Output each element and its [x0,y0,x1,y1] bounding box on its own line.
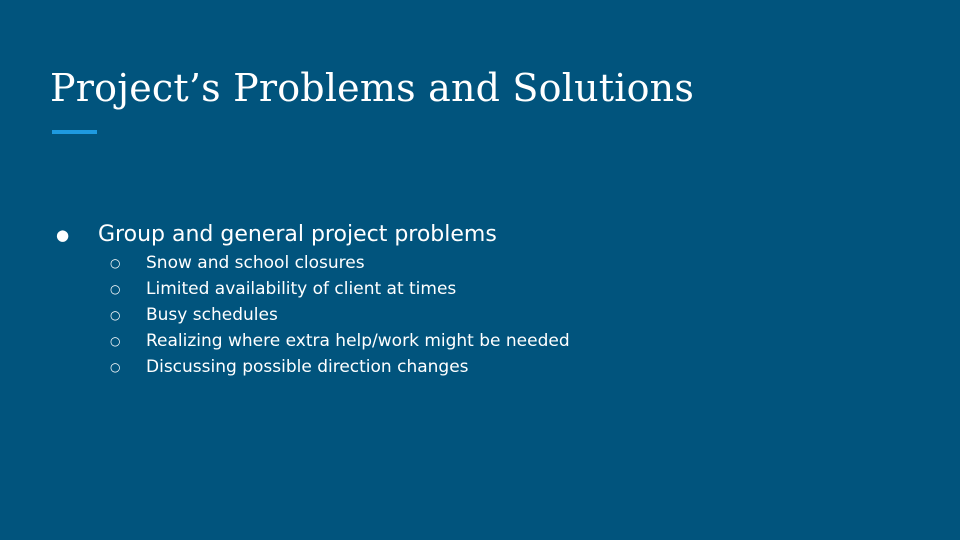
sub-bullet-text: Snow and school closures [146,253,365,273]
bullet-item: ● Group and general project problems [56,220,570,250]
sub-bullet-marker: ○ [110,334,121,348]
sub-bullet-marker: ○ [110,360,121,374]
bullet-list: ● Group and general project problems ○ S… [56,220,570,380]
sub-bullet-item: ○ Busy schedules [56,302,570,328]
sub-bullet-item: ○ Snow and school closures [56,250,570,276]
sub-bullet-item: ○ Realizing where extra help/work might … [56,328,570,354]
sub-bullet-group: ○ Snow and school closures ○ Limited ava… [56,250,570,380]
title-accent-bar [52,130,97,134]
sub-bullet-text: Realizing where extra help/work might be… [146,331,570,351]
slide-title: Project’s Problems and Solutions [50,66,695,110]
sub-bullet-item: ○ Limited availability of client at time… [56,276,570,302]
sub-bullet-marker: ○ [110,282,121,296]
sub-bullet-text: Limited availability of client at times [146,279,457,299]
bullet-marker: ● [56,226,70,244]
slide: Project’s Problems and Solutions ● Group… [0,0,960,540]
sub-bullet-item: ○ Discussing possible direction changes [56,354,570,380]
sub-bullet-marker: ○ [110,308,121,322]
sub-bullet-marker: ○ [110,256,121,270]
sub-bullet-text: Discussing possible direction changes [146,357,469,377]
sub-bullet-list: ○ Snow and school closures ○ Limited ava… [56,250,570,380]
bullet-text: Group and general project problems [98,222,497,247]
sub-bullet-text: Busy schedules [146,305,278,325]
